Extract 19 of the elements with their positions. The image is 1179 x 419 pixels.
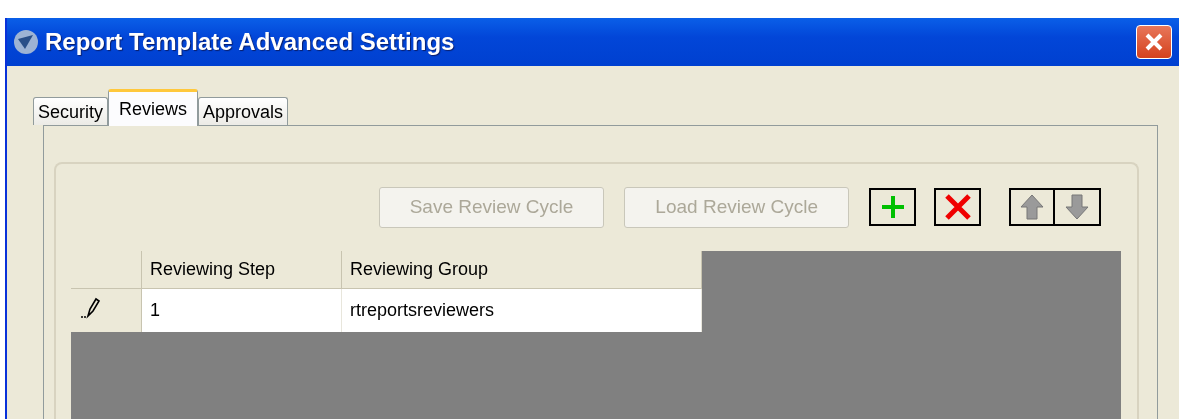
tab[interactable]: Approvals xyxy=(198,97,289,125)
window-title: Report Template Advanced Settings xyxy=(45,28,456,56)
table-cell: rtreportsreviewers xyxy=(341,288,702,332)
tab[interactable]: Reviews xyxy=(108,89,199,126)
column-header[interactable]: Reviewing Group xyxy=(341,251,702,289)
move-down-button[interactable] xyxy=(1055,188,1101,226)
delete-icon xyxy=(943,194,972,220)
app-logo-icon xyxy=(13,29,39,55)
tab[interactable]: Security xyxy=(33,97,109,125)
close-button[interactable] xyxy=(1136,25,1172,59)
plus-icon xyxy=(879,194,906,220)
table-cell: 1 xyxy=(141,288,342,332)
arrow-down-icon xyxy=(1064,193,1090,221)
delete-button[interactable] xyxy=(934,188,981,226)
close-icon xyxy=(1143,31,1165,53)
move-up-button[interactable] xyxy=(1009,188,1055,226)
column-header[interactable]: Reviewing Step xyxy=(141,251,342,289)
add-button[interactable] xyxy=(869,188,916,226)
arrow-up-icon xyxy=(1019,193,1045,221)
